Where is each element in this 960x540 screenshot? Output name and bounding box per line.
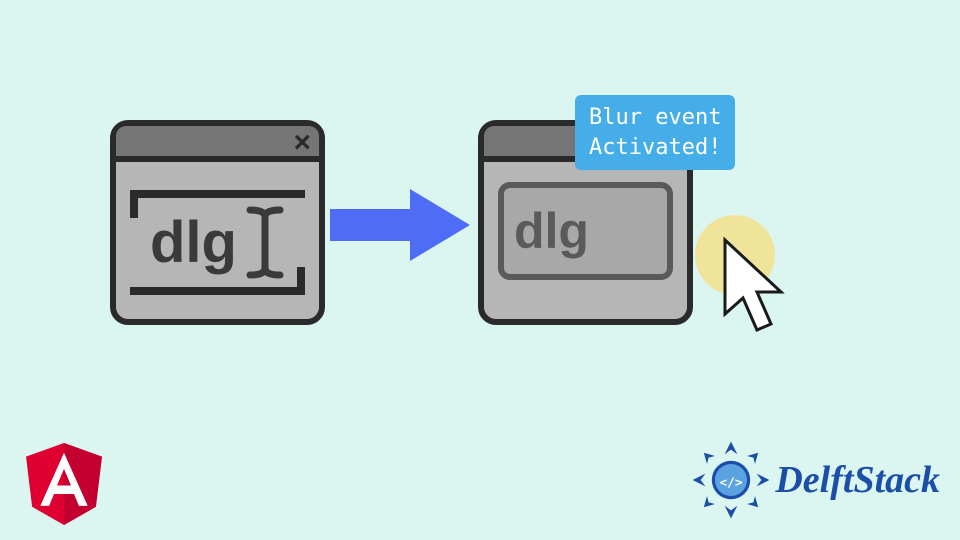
text-input-blurred[interactable]: dlg	[498, 182, 673, 280]
window-titlebar: ×	[116, 126, 319, 162]
delftstack-logo: </> DelftStack	[691, 440, 940, 520]
text-caret-icon	[245, 205, 285, 280]
text-input-focused[interactable]: dlg	[130, 190, 305, 295]
blur-event-tooltip: Blur event Activated!	[575, 95, 735, 170]
input-text: dlg	[514, 206, 589, 256]
input-text: dlg	[150, 214, 237, 272]
svg-text:</>: </>	[720, 475, 743, 490]
angular-logo-icon	[25, 443, 103, 525]
tooltip-line: Blur event	[589, 103, 721, 133]
window-focused: × dlg	[110, 120, 325, 325]
delftstack-emblem-icon: </>	[691, 440, 771, 520]
close-icon[interactable]: ×	[293, 125, 311, 161]
arrow-icon	[330, 185, 470, 265]
tooltip-line: Activated!	[589, 133, 721, 163]
delftstack-text: DelftStack	[775, 458, 940, 502]
cursor-icon	[715, 232, 815, 352]
